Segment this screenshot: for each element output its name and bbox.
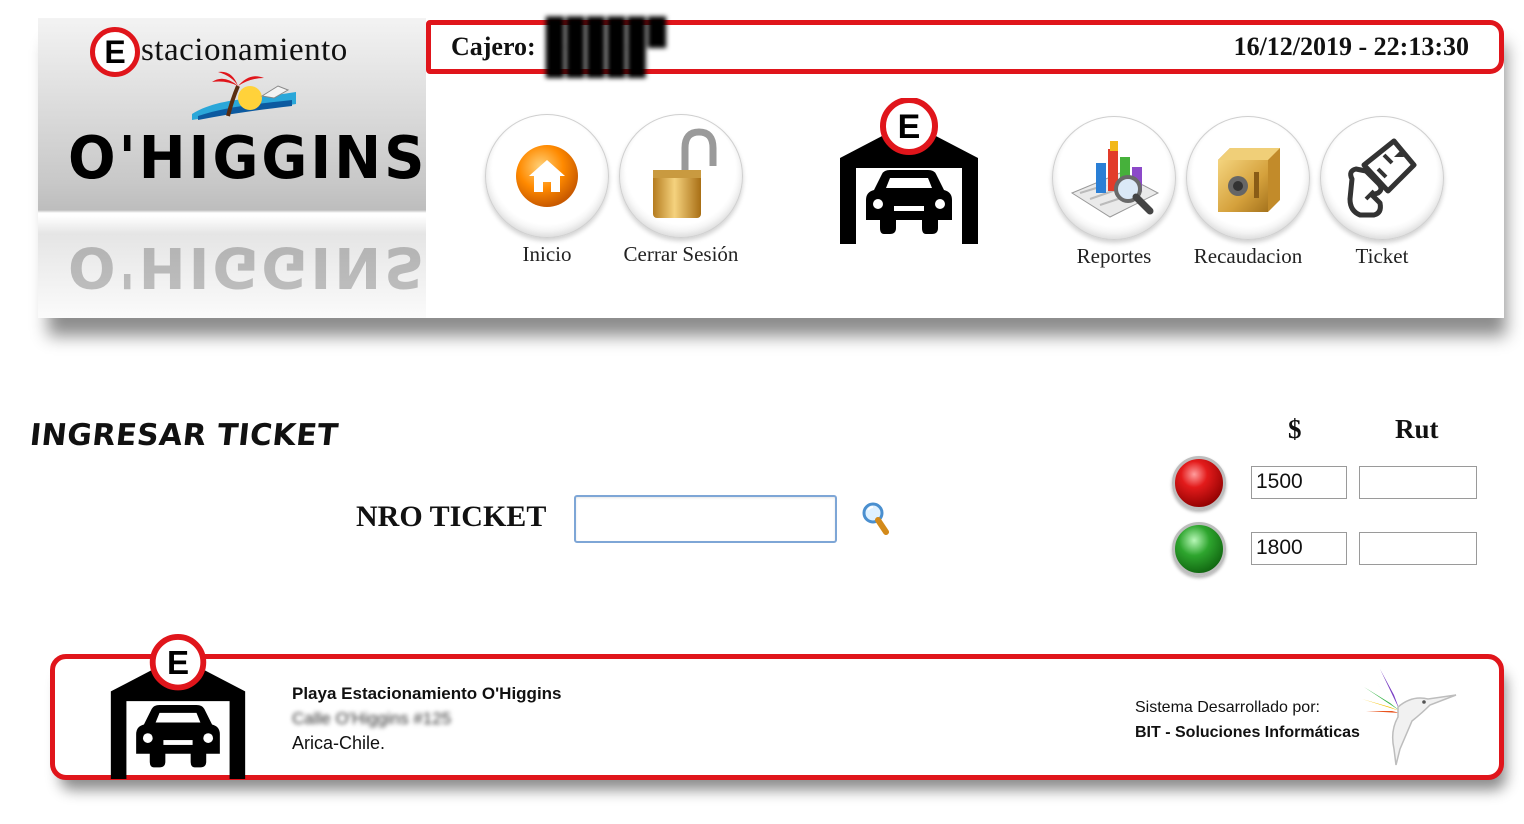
logo-title: stacionamiento <box>141 32 348 68</box>
price-column-header: $ <box>1288 414 1302 444</box>
nav-label: Cerrar Sesión <box>623 242 739 266</box>
footer-badge-letter: E <box>167 645 189 682</box>
footer: E Playa Estacionamiento O'Higgins Calle … <box>50 633 1504 780</box>
rut-field-1[interactable] <box>1359 466 1477 499</box>
nav-recaudacion-button[interactable]: Recaudacion <box>1183 116 1313 269</box>
parking-garage-icon: E <box>110 633 246 779</box>
price-field-2[interactable]: 1800 <box>1251 532 1347 565</box>
cashier-name: ██████ █████ <box>545 17 669 76</box>
green-status-light[interactable] <box>1172 522 1226 576</box>
safe-icon <box>1218 148 1280 212</box>
nav-label: Inicio <box>522 242 572 266</box>
nav-circle[interactable] <box>619 114 743 238</box>
nav-label: Reportes <box>1076 244 1152 268</box>
red-status-light[interactable] <box>1172 456 1226 510</box>
nav-circle[interactable] <box>1186 116 1310 240</box>
cashier-info: Cajero: ██████ █████ <box>451 17 766 77</box>
reports-chart-icon <box>1070 141 1160 218</box>
hummingbird-logo-icon <box>1362 669 1457 766</box>
nav-reportes-button[interactable]: Reportes <box>1049 116 1179 269</box>
credit-company: BIT - Soluciones Informáticas <box>1135 724 1360 741</box>
cashier-bar: Cajero: ██████ █████ 16/12/2019 - 22:13:… <box>426 17 1504 77</box>
street-address: Calle O'Higgins #125 <box>292 709 452 728</box>
ticket-hand-icon <box>1347 138 1417 218</box>
header-panel: E stacionamiento O'HIGGINS O'HIGGINS Caj… <box>38 17 1504 318</box>
logo-name: O'HIGGINS <box>68 124 426 193</box>
rut-column-header: Rut <box>1395 414 1439 444</box>
home-icon <box>516 145 578 207</box>
ticket-number-label: NRO TICKET <box>356 500 547 533</box>
cashier-label: Cajero: <box>451 32 536 61</box>
price-field-1[interactable]: 1500 <box>1251 466 1347 499</box>
logo-name-reflection: O'HIGGINS <box>68 234 426 299</box>
company-address: Playa Estacionamiento O'Higgins Calle O'… <box>292 681 562 756</box>
company-name: Playa Estacionamiento O'Higgins <box>292 684 562 703</box>
nav-inicio-button[interactable]: Inicio <box>482 114 612 267</box>
search-icon[interactable] <box>860 500 890 538</box>
nav-cerrar-sesion-button[interactable]: Cerrar Sesión <box>616 114 746 267</box>
nav-ticket-button[interactable]: Ticket <box>1317 116 1447 269</box>
padlock-icon <box>653 128 717 218</box>
nav-circle[interactable] <box>1052 116 1176 240</box>
city: Arica-Chile. <box>292 733 386 753</box>
center-badge-letter: E <box>898 108 921 146</box>
nav-label: Recaudacion <box>1193 244 1303 268</box>
nav-circle[interactable] <box>485 114 609 238</box>
page-title: INGRESAR TICKET <box>28 418 341 453</box>
nav-label: Ticket <box>1355 244 1409 268</box>
rut-field-2[interactable] <box>1359 532 1477 565</box>
nav-circle[interactable] <box>1320 116 1444 240</box>
logo: E stacionamiento O'HIGGINS O'HIGGINS <box>38 18 426 318</box>
datetime: 16/12/2019 - 22:13:30 <box>1233 32 1469 61</box>
credit-line: Sistema Desarrollado por: <box>1135 699 1320 716</box>
palm-beach-icon <box>192 71 296 120</box>
logo-e-badge: E <box>90 27 140 77</box>
developer-credit: Sistema Desarrollado por: BIT - Solucion… <box>1135 695 1360 745</box>
parking-garage-icon: E <box>840 98 978 244</box>
ticket-number-input[interactable] <box>574 495 837 543</box>
